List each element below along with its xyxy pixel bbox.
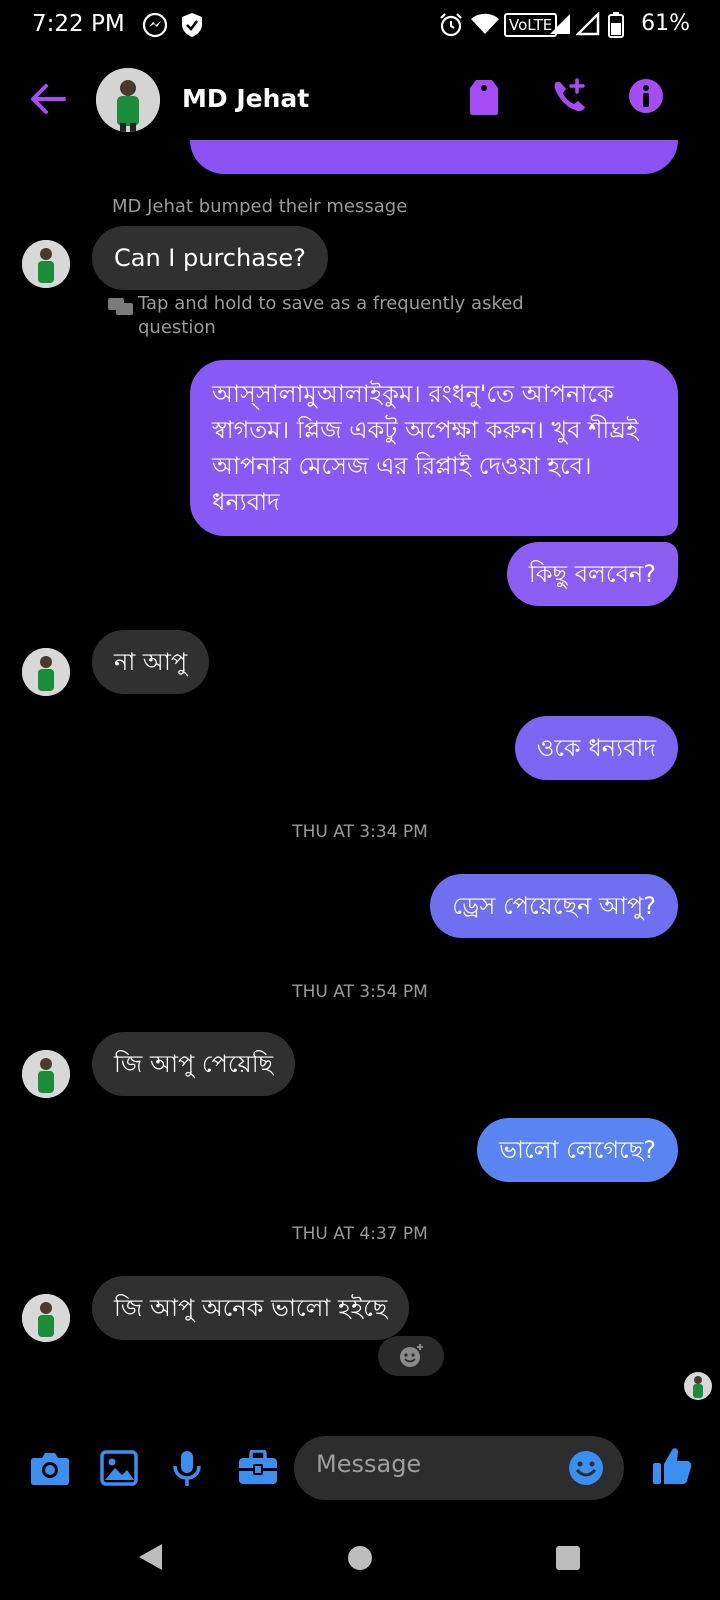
sender-avatar[interactable] [22,240,70,288]
status-time: 7:22 PM [32,11,125,37]
like-icon[interactable] [652,1446,692,1486]
message-bubble-incoming[interactable]: জি আপু অনেক ভালো হইছে [92,1276,410,1340]
message-field[interactable] [294,1436,624,1500]
message-bubble-outgoing[interactable]: ড্রেস পেয়েছেন আপু? [430,874,678,938]
timestamp-separator: THU AT 4:37 PM [292,1224,428,1244]
seen-avatar [684,1372,712,1400]
message-input[interactable] [316,1450,556,1478]
add-call-icon[interactable] [550,76,590,116]
faq-icon [108,298,133,315]
emoji-icon[interactable] [568,1450,604,1486]
signal-icon-2 [576,12,600,36]
add-reaction-icon [400,1344,423,1367]
back-nav-icon[interactable] [136,1542,166,1572]
bump-notice: MD Jehat bumped their message [112,196,408,217]
tag-icon[interactable] [468,78,500,116]
shield-icon [182,13,202,37]
message-bubble-incoming[interactable]: না আপু [92,630,210,694]
toolbox-icon[interactable] [238,1450,278,1486]
add-reaction-button[interactable] [378,1336,444,1376]
message-bubble-incoming[interactable]: জি আপু পেয়েছি [92,1032,296,1096]
mic-icon[interactable] [172,1450,202,1488]
message-bubble-outgoing[interactable]: কিছু বলবেন? [506,542,678,606]
messenger-icon [142,12,168,38]
message-composer [0,1432,720,1504]
contact-name[interactable]: MD Jehat [182,84,309,113]
message-bubble-outgoing[interactable]: ওকে ধন্যবাদ [514,716,678,780]
sender-avatar[interactable] [22,1294,70,1342]
message-bubble-incoming[interactable]: Can I purchase? [92,226,328,290]
conversation-header: MD Jehat [0,62,720,138]
home-nav-icon[interactable] [346,1544,374,1572]
system-navigation-bar [0,1530,720,1590]
camera-icon[interactable] [30,1450,70,1486]
info-icon[interactable] [628,78,664,114]
status-bar: 7:22 PM VoLTE 61% [0,0,720,54]
faq-hint[interactable]: Tap and hold to save as a frequently ask… [138,292,568,340]
sender-avatar[interactable] [22,1050,70,1098]
sender-avatar[interactable] [22,648,70,696]
message-bubble-outgoing-partial[interactable] [190,140,678,174]
contact-avatar[interactable] [96,68,160,132]
wifi-icon [471,13,499,34]
recents-nav-icon[interactable] [554,1544,582,1572]
alarm-icon [440,13,462,37]
message-bubble-outgoing[interactable]: আস্সালামুআলাইকুম। রংধনু'তে আপনাকে স্বাগত… [190,360,678,536]
signal-icon [550,14,570,34]
battery-percentage: 61% [641,11,690,36]
back-arrow-icon[interactable] [28,82,68,116]
timestamp-separator: THU AT 3:34 PM [292,822,428,842]
message-bubble-outgoing[interactable]: ভালো লেগেছে? [477,1118,678,1182]
message-list[interactable]: MD Jehat bumped their message Can I purc… [0,140,720,1405]
image-icon[interactable] [100,1450,138,1486]
timestamp-separator: THU AT 3:54 PM [292,982,428,1002]
battery-icon [608,12,624,38]
